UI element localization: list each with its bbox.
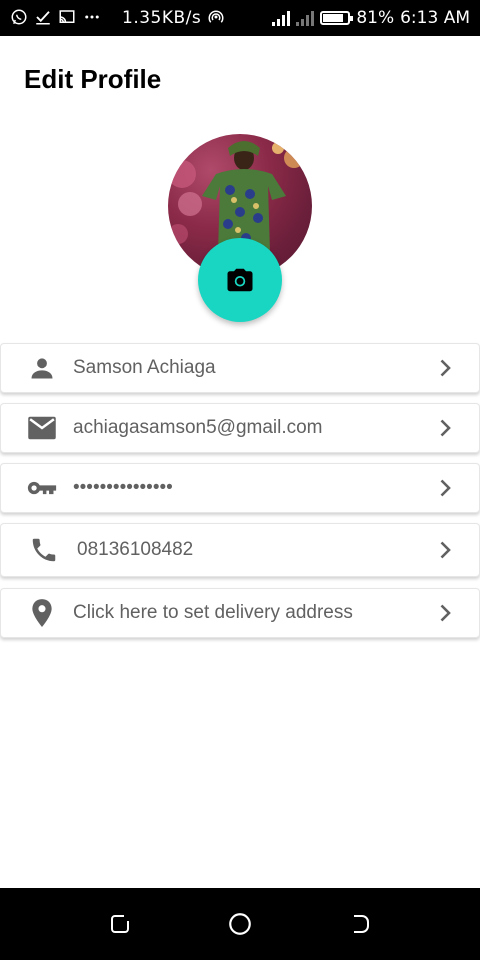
check-icon bbox=[34, 8, 52, 29]
home-icon bbox=[229, 913, 251, 935]
battery-level bbox=[323, 14, 343, 22]
delivery-address-field[interactable]: Click here to set delivery address bbox=[0, 588, 480, 638]
battery-percent: 81% bbox=[356, 8, 395, 28]
delivery-address-value: Click here to set delivery address bbox=[73, 602, 353, 623]
status-right: 81% 6:13 AM bbox=[272, 8, 470, 28]
recents-icon bbox=[111, 915, 129, 933]
recents-button[interactable] bbox=[100, 904, 140, 944]
camera-icon bbox=[227, 268, 253, 292]
battery-icon bbox=[320, 11, 354, 25]
email-field[interactable]: achiagasamson5@gmail.com bbox=[0, 403, 480, 453]
more-dots-icon bbox=[82, 8, 102, 29]
email-icon bbox=[27, 413, 57, 443]
back-icon bbox=[354, 915, 369, 933]
name-field[interactable]: Samson Achiaga bbox=[0, 343, 480, 393]
change-photo-button[interactable] bbox=[198, 238, 282, 322]
status-bar: 1.35KB/s 81% 6:13 AM bbox=[0, 0, 480, 36]
clock: 6:13 AM bbox=[400, 8, 470, 28]
status-left: 1.35KB/s bbox=[10, 8, 225, 29]
key-icon bbox=[27, 473, 57, 503]
chevron-right-icon bbox=[440, 604, 451, 622]
back-button[interactable] bbox=[340, 904, 380, 944]
signal-icon bbox=[272, 10, 291, 26]
email-value: achiagasamson5@gmail.com bbox=[73, 417, 323, 438]
page-title: Edit Profile bbox=[24, 64, 162, 94]
cast-icon bbox=[58, 8, 76, 29]
network-speed: 1.35KB/s bbox=[122, 8, 202, 28]
phone-icon bbox=[29, 535, 59, 565]
password-field[interactable]: ••••••••••••••• bbox=[0, 463, 480, 513]
phone-value: 08136108482 bbox=[77, 539, 194, 560]
phone-field[interactable]: 08136108482 bbox=[0, 523, 480, 577]
password-value: ••••••••••••••• bbox=[73, 477, 173, 498]
chevron-right-icon bbox=[440, 359, 451, 377]
chevron-right-icon bbox=[440, 541, 451, 559]
location-pin-icon bbox=[27, 598, 57, 628]
whatsapp-icon bbox=[10, 8, 28, 29]
person-icon bbox=[27, 353, 57, 383]
chevron-right-icon bbox=[440, 419, 451, 437]
name-value: Samson Achiaga bbox=[73, 357, 216, 378]
data-signal-icon bbox=[296, 10, 315, 26]
home-button[interactable] bbox=[220, 904, 260, 944]
system-nav-bar bbox=[0, 888, 480, 960]
chevron-right-icon bbox=[440, 479, 451, 497]
hotspot-icon bbox=[207, 8, 225, 29]
